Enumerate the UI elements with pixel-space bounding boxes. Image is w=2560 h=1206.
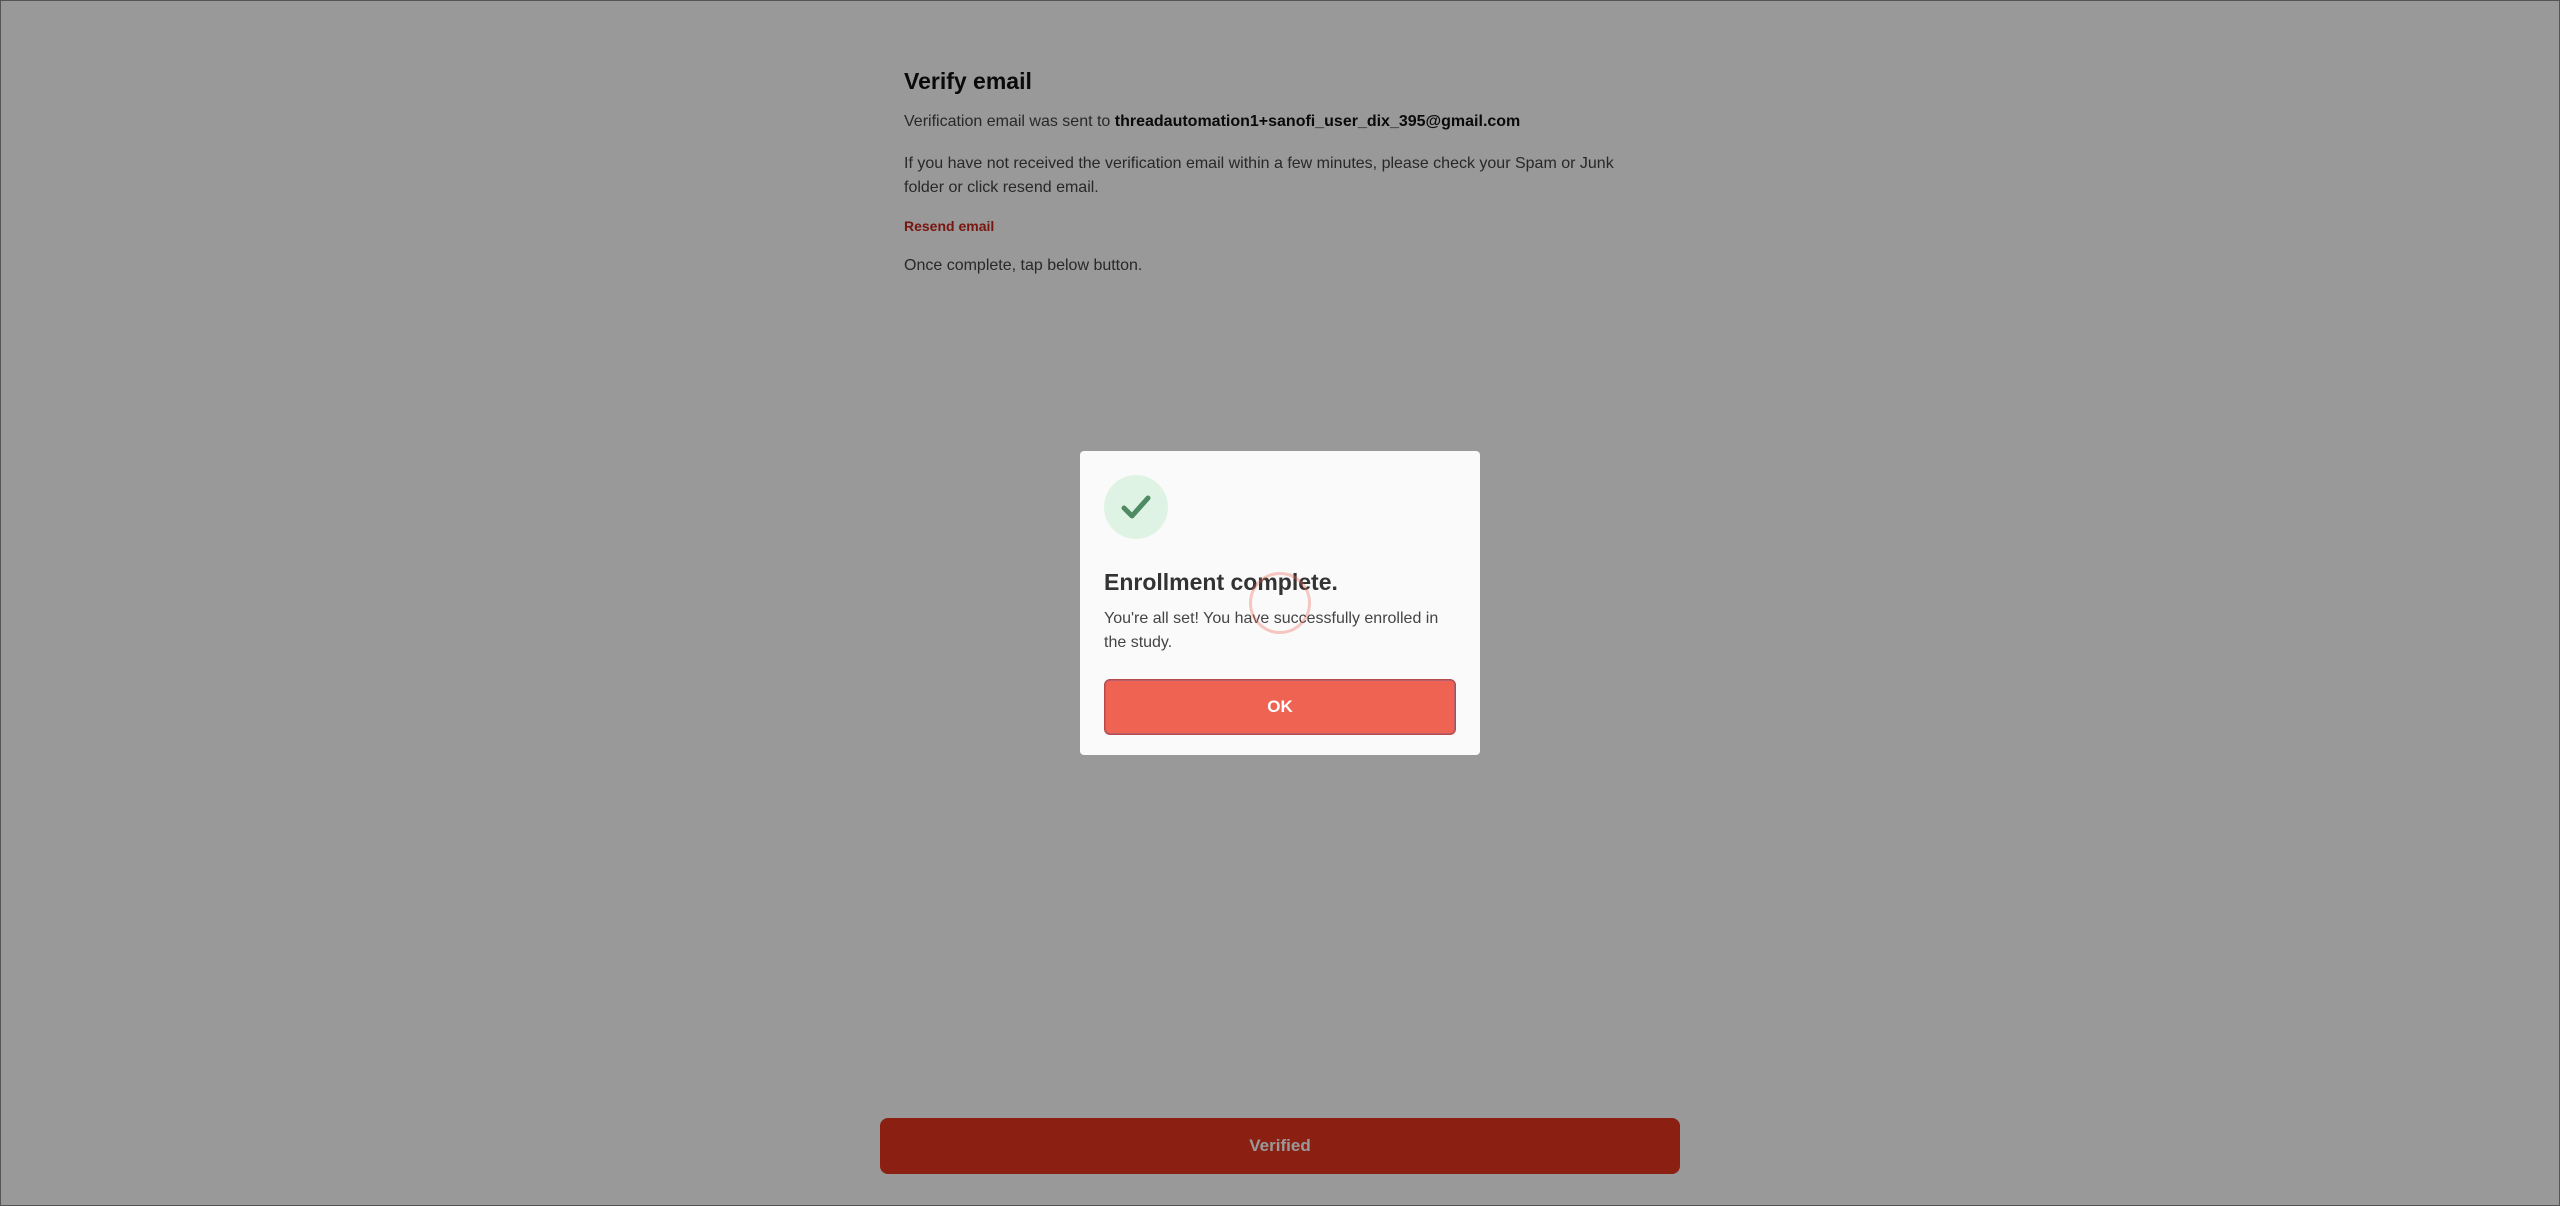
- success-badge: [1104, 475, 1168, 539]
- checkmark-icon: [1121, 495, 1151, 519]
- loading-spinner-icon: [1249, 572, 1311, 634]
- ok-button[interactable]: OK: [1104, 679, 1456, 735]
